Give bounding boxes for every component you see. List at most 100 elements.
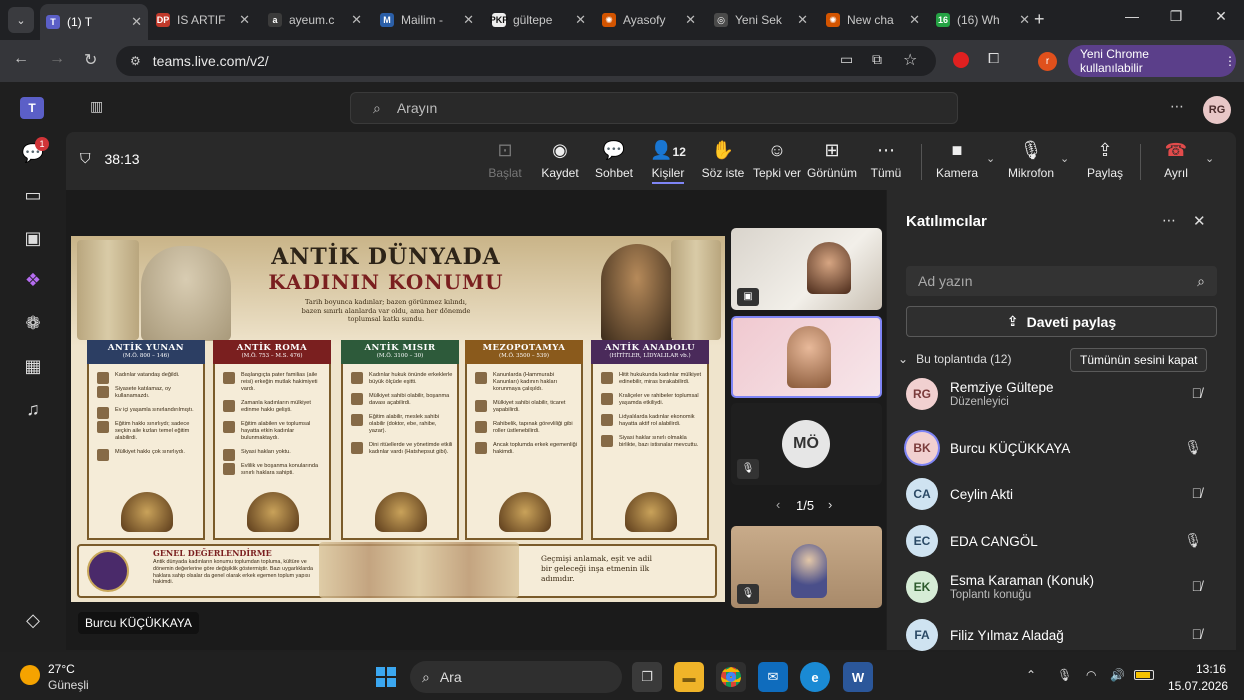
mail-icon[interactable]: ✉ [758, 662, 788, 692]
tab-favicon-icon: ✺ [602, 13, 616, 27]
user-avatar[interactable]: RG [1203, 96, 1231, 124]
participant-name: Filiz Yılmaz Aladağ [950, 627, 1064, 643]
tab-search-dropdown-icon[interactable]: ⌄ [8, 7, 34, 33]
close-panel-icon[interactable]: ✕ [1193, 212, 1206, 230]
in-meeting-section-header[interactable]: ⌄ Bu toplantıda (12) [898, 352, 1011, 366]
copilot-icon[interactable]: ❖ [20, 267, 46, 293]
close-tab-icon[interactable]: ✕ [239, 12, 250, 28]
column-item: Eğitim alabilen ve toplumsal hayatta etk… [223, 421, 325, 442]
meet-icon[interactable]: ▭ [20, 182, 46, 208]
wifi-icon[interactable]: ◠ [1086, 668, 1096, 682]
participant-row[interactable]: FA Filiz Yılmaz Aladağ 🎙̸ [906, 614, 1226, 656]
site-settings-icon[interactable]: ⚙ [130, 54, 141, 68]
tray-overflow-icon[interactable]: ⌃ [1026, 668, 1036, 682]
volume-icon[interactable]: 🔊 [1110, 668, 1125, 682]
raise-hand-button[interactable]: ✋ Söz iste [695, 138, 751, 180]
bookmark-star-icon[interactable]: ☆ [903, 50, 917, 70]
share-invite-button[interactable]: ⇪ Daveti paylaş [906, 306, 1217, 337]
new-tab-button[interactable]: + [1034, 9, 1045, 30]
close-tab-icon[interactable]: ✕ [909, 12, 920, 28]
browser-tab-6[interactable]: ✺ Ayasofy ✕ [596, 6, 702, 34]
people-button[interactable]: 👤12 Kişiler [640, 138, 696, 184]
more-button[interactable]: ⋯ Tümü [858, 138, 914, 180]
view-button[interactable]: ⊞ Görünüm [804, 138, 860, 180]
video-tile-participant-4[interactable]: 🎙 [731, 526, 882, 608]
close-tab-icon[interactable]: ✕ [685, 12, 696, 28]
video-tile-active-speaker[interactable] [731, 316, 882, 398]
battery-icon[interactable] [1134, 670, 1154, 680]
share-button[interactable]: ⇪ Paylaş [1077, 138, 1133, 180]
participant-row[interactable]: RG Remziye Gültepe Düzenleyici 🎙̸ [906, 373, 1226, 415]
leave-options-chevron-icon[interactable]: ⌄ [1205, 152, 1214, 165]
reload-icon[interactable]: ↻ [84, 50, 97, 70]
taskbar-search[interactable]: ⌕ Ara [410, 661, 622, 693]
back-icon[interactable]: ← [13, 50, 29, 68]
calendar-icon[interactable]: ▦ [20, 353, 46, 379]
participants-more-icon[interactable]: ⋯ [1162, 212, 1176, 229]
camera-button[interactable]: ■ Kamera [929, 138, 985, 180]
more-options-icon[interactable]: ⋯ [1170, 98, 1184, 115]
leave-button[interactable]: ☎ Ayrıl [1148, 138, 1204, 180]
close-tab-icon[interactable]: ✕ [131, 14, 142, 30]
start-button[interactable]: ⊡ Başlat [477, 138, 533, 180]
community-icon[interactable]: ❁ [20, 310, 46, 336]
chrome-update-button[interactable]: Yeni Chrome kullanılabilir ⋮ [1068, 45, 1236, 77]
mic-button[interactable]: 🎙 Mikrofon [1003, 138, 1059, 180]
video-tile-participant-1[interactable]: ▣ [731, 228, 882, 310]
tray-mic-icon[interactable]: 🎙 [1057, 668, 1072, 682]
mute-all-button[interactable]: Tümünün sesini kapat [1070, 348, 1208, 372]
close-tab-icon[interactable]: ✕ [797, 12, 808, 28]
chrome-menu-icon[interactable]: ⋮ [1224, 54, 1236, 68]
contacts-icon[interactable]: ▣ [20, 225, 46, 251]
premium-diamond-icon[interactable]: ◇ [20, 607, 46, 633]
mic-options-chevron-icon[interactable]: ⌄ [1060, 152, 1069, 165]
camera-options-chevron-icon[interactable]: ⌄ [986, 152, 995, 165]
close-tab-icon[interactable]: ✕ [463, 12, 474, 28]
chrome-icon[interactable] [716, 662, 746, 692]
chat-button[interactable]: 💬 Sohbet [586, 138, 642, 180]
slide-title-line1: ANTİK DÜNYADA [271, 244, 501, 270]
video-tile-mo[interactable]: MÖ 🎙 [731, 403, 882, 485]
edge-icon[interactable]: e [800, 662, 830, 692]
teams-search-box[interactable]: ⌕ Arayın [350, 92, 958, 124]
record-button[interactable]: ◉ Kaydet [532, 138, 588, 180]
previous-page-icon[interactable]: ‹ [776, 497, 780, 512]
tab-title: Mailim - [401, 13, 443, 27]
windows-start-icon[interactable] [371, 662, 401, 692]
next-page-icon[interactable]: › [828, 497, 832, 512]
react-button[interactable]: ☺ Tepki ver [749, 138, 805, 180]
browser-tab-5[interactable]: PKP gültepe ✕ [486, 6, 592, 34]
browser-tab-8[interactable]: ✺ New cha ✕ [820, 6, 926, 34]
browser-tab-4[interactable]: M Mailim - ✕ [374, 6, 480, 34]
close-window-icon[interactable]: ✕ [1206, 8, 1236, 25]
minimize-window-icon[interactable]: — [1117, 8, 1147, 24]
close-tab-icon[interactable]: ✕ [575, 12, 586, 28]
close-tab-icon[interactable]: ✕ [351, 12, 362, 28]
extensions-puzzle-icon[interactable]: ⧠ [988, 50, 999, 67]
toggle-sidebar-icon[interactable]: ▥ [90, 98, 103, 115]
participant-row[interactable]: BK Burcu KÜÇÜKKAYA 🎙 [906, 427, 1226, 469]
participant-row[interactable]: CA Ceylin Akti 🎙̸ [906, 473, 1226, 515]
browser-tab-9[interactable]: 16 (16) Wh ✕ [930, 6, 1036, 34]
extension-icon[interactable] [953, 52, 969, 68]
browser-tab-2[interactable]: DP IS ARTIF ✕ [150, 6, 256, 34]
close-tab-icon[interactable]: ✕ [1019, 12, 1030, 28]
forward-icon[interactable]: → [49, 50, 65, 68]
greek-woman-illustration [141, 246, 231, 341]
address-bar[interactable]: ⚙ teams.live.com/v2/ [116, 46, 936, 76]
browser-tab-7[interactable]: ◎ Yeni Sek ✕ [708, 6, 814, 34]
women-group-illustration [319, 542, 519, 598]
chrome-profile-avatar[interactable]: r [1038, 52, 1057, 71]
restore-window-icon[interactable]: ❐ [1161, 8, 1191, 25]
word-icon[interactable]: W [843, 662, 873, 692]
participant-row[interactable]: EK Esma Karaman (Konuk) Toplantı konuğu 🎙̸ [906, 566, 1226, 608]
participant-search-input[interactable]: Ad yazın ⌕ [906, 266, 1217, 296]
install-app-icon[interactable]: ⧉ [872, 51, 882, 68]
task-view-icon[interactable]: ❐ [632, 662, 662, 692]
browser-tab-3[interactable]: a ayeum.c ✕ [262, 6, 368, 34]
camera-in-use-icon[interactable]: ▭ [840, 51, 853, 68]
file-explorer-icon[interactable]: ▬ [674, 662, 704, 692]
browser-tab-1[interactable]: T (1) T ✕ [40, 4, 148, 40]
participant-row[interactable]: EC EDA CANGÖL 🎙 [906, 520, 1226, 562]
activity-bell-icon[interactable]: ♫ [20, 396, 46, 422]
